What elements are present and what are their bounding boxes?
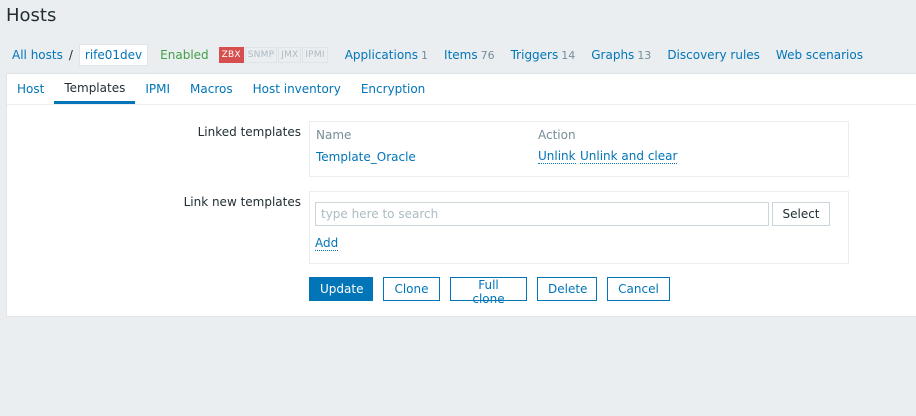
nav-triggers[interactable]: Triggers 14 bbox=[511, 48, 576, 62]
linked-templates-table: Name Action Template_Oracle Unlink Unlin… bbox=[309, 121, 849, 177]
full-clone-button[interactable]: Full clone bbox=[450, 277, 527, 306]
breadcrumb-current-host[interactable]: rife01dev bbox=[78, 44, 149, 66]
column-header-name: Name bbox=[316, 128, 352, 142]
nav-items-count: 76 bbox=[480, 49, 495, 62]
tab-host[interactable]: Host bbox=[7, 74, 54, 104]
snmp-availability-badge: SNMP bbox=[244, 47, 278, 63]
cancel-button[interactable]: Cancel bbox=[607, 277, 670, 301]
nav-items-label: Items bbox=[444, 48, 478, 62]
nav-triggers-count: 14 bbox=[561, 49, 576, 62]
link-new-templates-label: Link new templates bbox=[183, 195, 301, 209]
delete-button[interactable]: Delete bbox=[537, 277, 597, 301]
tab-encryption[interactable]: Encryption bbox=[351, 74, 435, 104]
breadcrumb-separator: / bbox=[68, 48, 73, 62]
linked-templates-label: Linked templates bbox=[197, 125, 301, 139]
tab-ipmi[interactable]: IPMI bbox=[135, 74, 180, 104]
tab-macros[interactable]: Macros bbox=[180, 74, 243, 104]
page-title: Hosts bbox=[6, 5, 57, 26]
nav-discovery-rules[interactable]: Discovery rules bbox=[667, 48, 760, 62]
nav-graphs[interactable]: Graphs 13 bbox=[591, 48, 651, 62]
link-new-templates-box: Select Add bbox=[309, 191, 849, 264]
tab-bar: Host Templates IPMI Macros Host inventor… bbox=[7, 74, 916, 105]
nav-applications-label: Applications bbox=[344, 48, 419, 62]
tab-host-inventory[interactable]: Host inventory bbox=[243, 74, 351, 104]
unlink-button[interactable]: Unlink bbox=[538, 150, 576, 164]
nav-applications-count: 1 bbox=[421, 49, 429, 62]
clone-button[interactable]: Clone bbox=[383, 277, 440, 301]
linked-template-link[interactable]: Template_Oracle bbox=[316, 150, 416, 164]
ipmi-availability-badge: IPMI bbox=[302, 47, 328, 63]
zbx-availability-badge: ZBX bbox=[218, 47, 244, 63]
update-button[interactable]: Update bbox=[309, 277, 373, 301]
unlink-and-clear-button[interactable]: Unlink and clear bbox=[580, 150, 678, 164]
jmx-availability-badge: JMX bbox=[278, 47, 302, 63]
breadcrumb-all-hosts[interactable]: All hosts bbox=[12, 48, 63, 62]
select-button[interactable]: Select bbox=[772, 202, 830, 226]
host-status-toggle[interactable]: Enabled bbox=[160, 48, 209, 62]
column-header-action: Action bbox=[538, 128, 576, 142]
availability-indicators: ZBX SNMP JMX IPMI bbox=[218, 47, 329, 63]
tab-templates[interactable]: Templates bbox=[54, 74, 136, 104]
nav-triggers-label: Triggers bbox=[510, 48, 559, 62]
nav-web-scenarios[interactable]: Web scenarios bbox=[776, 48, 863, 62]
nav-graphs-count: 13 bbox=[637, 49, 652, 62]
nav-items[interactable]: Items 76 bbox=[444, 48, 495, 62]
host-form-panel: Host Templates IPMI Macros Host inventor… bbox=[6, 73, 916, 317]
nav-graphs-label: Graphs bbox=[591, 48, 635, 62]
template-search-input[interactable] bbox=[315, 202, 769, 226]
nav-applications[interactable]: Applications 1 bbox=[345, 48, 428, 62]
host-navigation: All hosts / rife01dev Enabled ZBX SNMP J… bbox=[6, 42, 863, 68]
add-template-button[interactable]: Add bbox=[315, 237, 339, 251]
